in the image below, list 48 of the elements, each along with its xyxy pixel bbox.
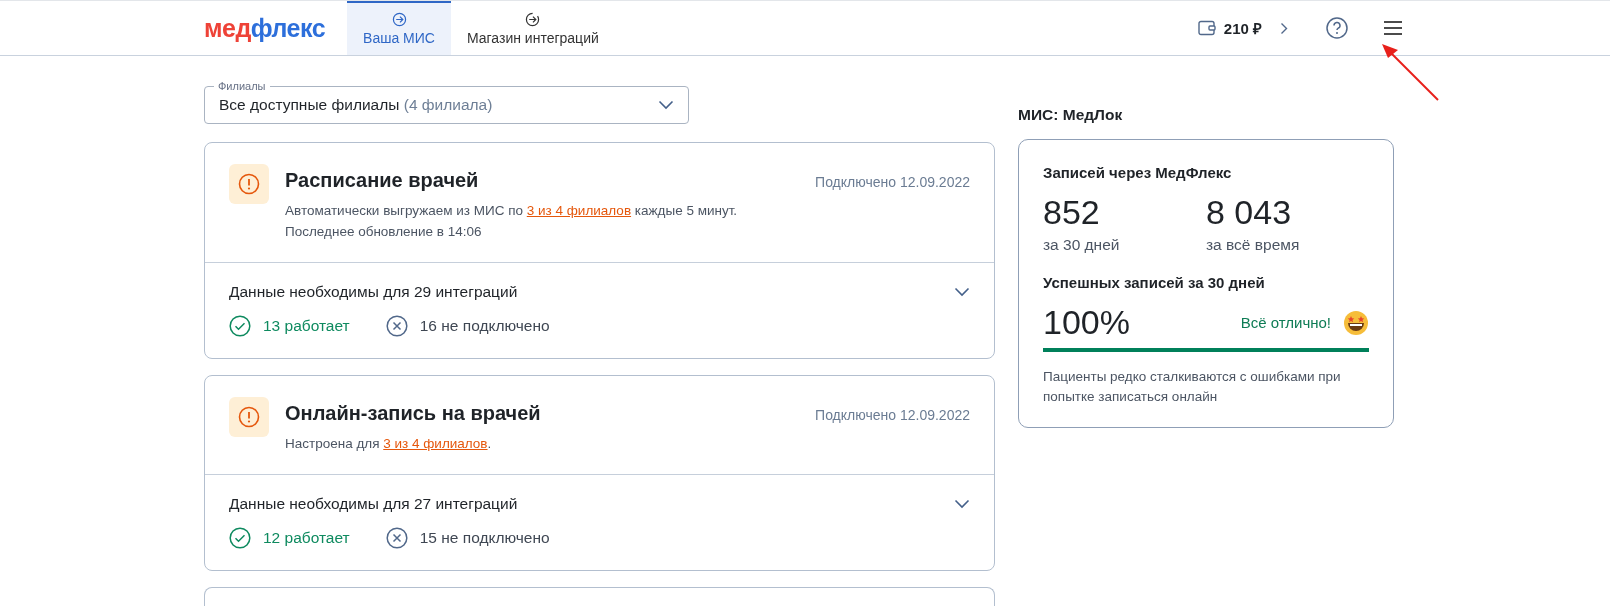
x-circle-icon (385, 527, 408, 549)
wallet-icon (1197, 20, 1216, 36)
stat-caption: за всё время (1206, 236, 1301, 254)
check-circle-icon (229, 315, 251, 337)
logout-icon (525, 12, 541, 27)
branches-link[interactable]: 3 из 4 филиалов (383, 436, 488, 451)
stats-heading: Записей через МедФлекс (1043, 164, 1233, 181)
annotation-arrow (1380, 44, 1440, 102)
warning-icon (229, 164, 269, 204)
login-icon (391, 12, 407, 27)
check-circle-icon (229, 527, 251, 549)
card-title: Расписание врачей (285, 169, 480, 192)
success-value: 100% (1043, 303, 1130, 342)
not-connected-count: 15 не подключено (419, 529, 550, 547)
stat-value: 8 043 (1206, 193, 1293, 232)
connected-date: Подключено 12.09.2022 (815, 173, 970, 192)
logo[interactable]: медфлекс (204, 1, 326, 55)
not-connected-count: 16 не подключено (419, 317, 550, 335)
warning-icon (229, 397, 269, 437)
stat-value: 852 (1043, 193, 1101, 232)
menu-icon[interactable] (1384, 21, 1402, 35)
nav-tab[interactable]: Ваша МИС (347, 1, 451, 55)
branches-link[interactable]: 3 из 4 филиалов (526, 203, 632, 218)
integrations-count: Данные необходимы для 27 интеграций (229, 495, 518, 513)
help-icon[interactable] (1326, 17, 1348, 39)
nav-tab[interactable]: Магазин интеграций (450, 1, 615, 55)
success-heading: Успешных записей за 30 дней (1043, 274, 1266, 291)
connected-date: Подключено 12.09.2022 (815, 406, 970, 425)
x-circle-icon (385, 315, 408, 337)
card-description: Автоматически выгружаем из МИС по 3 из 4 филиалов каждые 5 минут. (285, 202, 738, 220)
card-description: Настроена для 3 из 4 филиалов. (285, 435, 493, 453)
smiley-icon (1343, 309, 1369, 336)
stats-note: Пациенты редко сталкиваются с ошибками при попытке записаться онлайн (1043, 368, 1342, 406)
mis-title: МИС: МедЛок (1018, 106, 1124, 124)
card-description: Последнее обновление в 14:06 (285, 223, 483, 241)
working-count: 12 работает (263, 529, 350, 547)
expand-toggle[interactable] (954, 287, 970, 297)
balance-button[interactable]: 210 ₽ (1197, 18, 1288, 38)
stat-caption: за 30 дней (1043, 236, 1121, 254)
chevron-down-icon (658, 100, 674, 110)
chevron-down-icon (954, 287, 970, 297)
card-title: Онлайн-запись на врачей (285, 402, 541, 425)
working-count: 13 работает (263, 317, 350, 335)
expand-toggle[interactable] (954, 499, 970, 509)
integrations-count: Данные необходимы для 29 интеграций (229, 283, 518, 301)
chevron-down-icon (954, 499, 970, 509)
status-text: Всё отлично! (1240, 314, 1331, 331)
chevron-right-icon (1280, 21, 1288, 35)
